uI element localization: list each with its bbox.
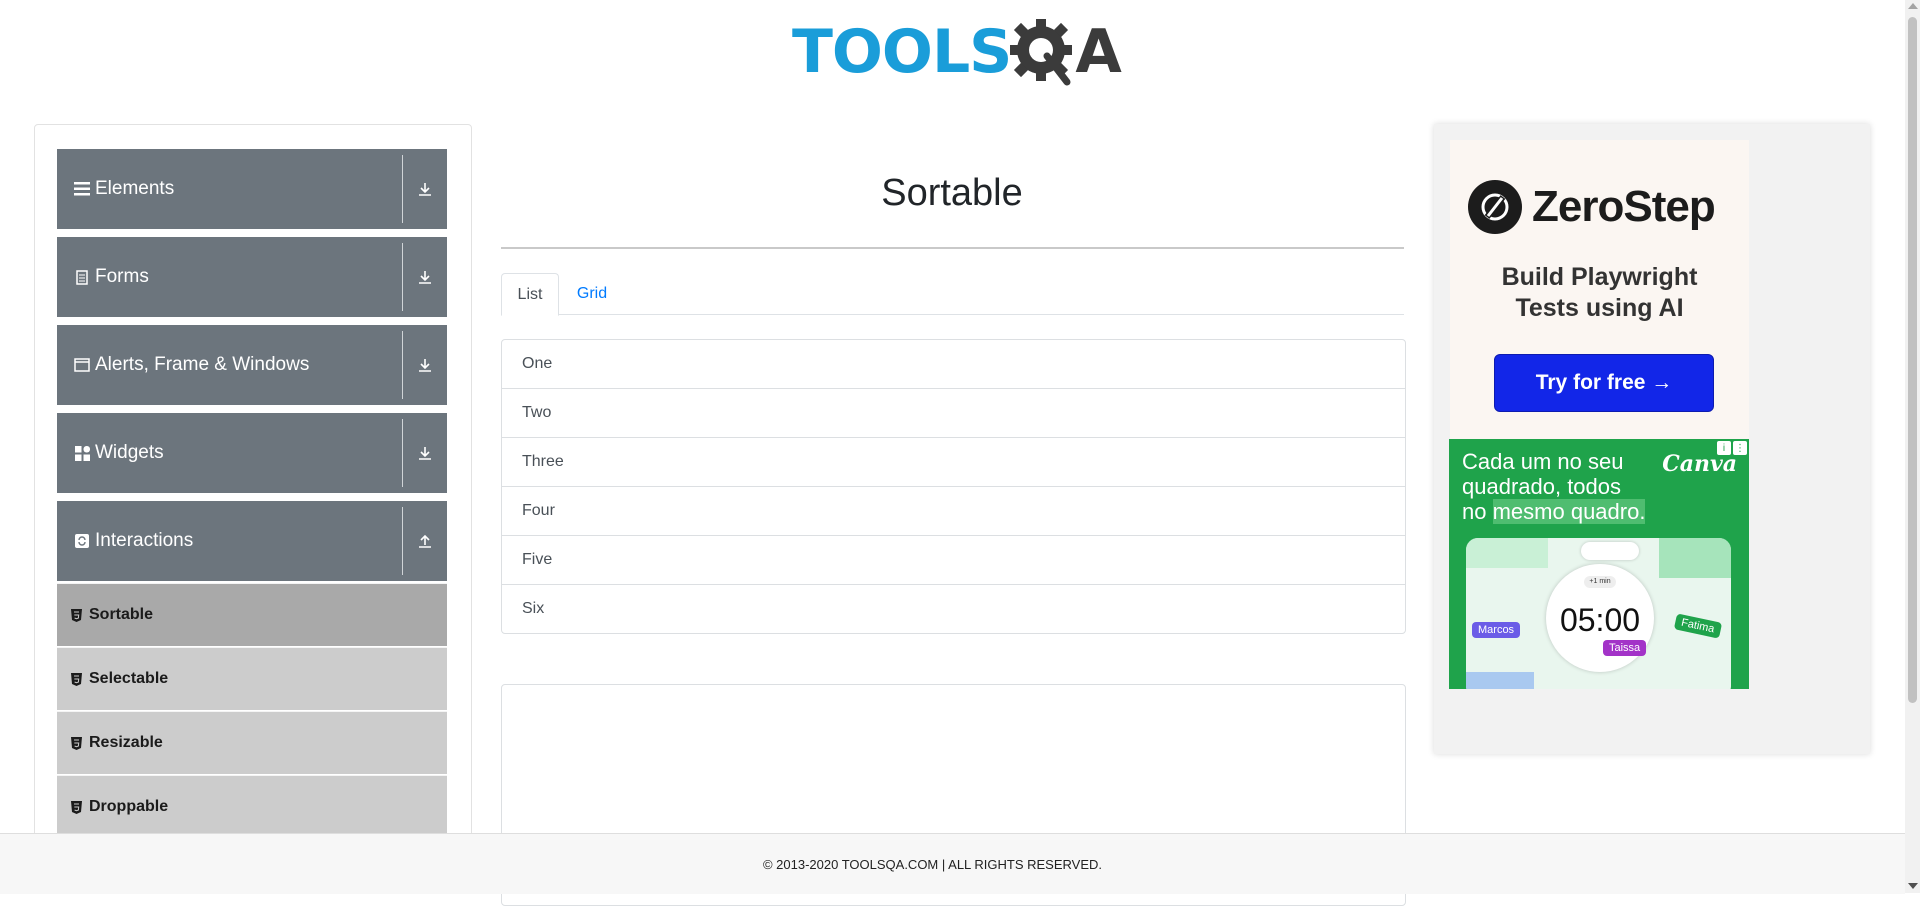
headline-text: no (1462, 499, 1493, 524)
user-tag: Taissa (1603, 640, 1647, 656)
tab-grid[interactable]: Grid (563, 273, 621, 314)
headline-line: no mesmo quadro. (1462, 499, 1682, 524)
zerostep-ad[interactable]: ZeroStep Build Playwright Tests using AI… (1450, 140, 1749, 440)
canva-headline: Cada um no seu quadrado, todos no mesmo … (1462, 449, 1682, 524)
try-for-free-button[interactable]: Try for free → (1494, 354, 1714, 412)
upload-icon[interactable] (411, 527, 439, 555)
sidebar-item-label: Selectable (89, 670, 169, 687)
sidebar-item-label: Resizable (89, 734, 163, 751)
logo-text-a: A (1075, 17, 1121, 87)
sidebar-group-label: Alerts, Frame & Windows (95, 354, 310, 375)
title-divider (501, 247, 1404, 249)
sidebar-item-label: Sortable (89, 606, 154, 623)
user-tag: Marcos (1472, 622, 1521, 638)
ad-panel: ZeroStep Build Playwright Tests using AI… (1434, 124, 1870, 754)
sidebar-group-widgets[interactable]: Widgets (57, 413, 447, 493)
tab-bar: List Grid (501, 273, 1404, 316)
left-panel: Elements Forms Alerts, Frame & Windows W… (34, 124, 472, 846)
page-title: Sortable (881, 172, 1023, 214)
download-icon[interactable] (411, 351, 439, 379)
list-item[interactable]: Five (502, 535, 1405, 584)
tab-list[interactable]: List (501, 273, 559, 316)
footer-copyright: © 2013-2020 TOOLSQA.COM | ALL RIGHTS RES… (762, 856, 1103, 872)
hamburger-icon (73, 180, 91, 198)
widgets-icon (73, 444, 91, 462)
list-item[interactable]: Two (502, 388, 1405, 437)
html5-icon (71, 800, 83, 814)
tagline-line: Build Playwright (1501, 263, 1698, 291)
canva-logo: Canva (1662, 451, 1737, 477)
toolsqa-logo[interactable]: TOOLS A (792, 14, 1122, 90)
divider (402, 243, 403, 311)
scroll-down-icon[interactable] (1908, 883, 1918, 889)
sidebar-group-alerts[interactable]: Alerts, Frame & Windows (57, 325, 447, 405)
page-scrollbar[interactable] (1905, 0, 1920, 893)
sidebar-item-selectable[interactable]: Selectable (57, 647, 447, 710)
download-icon[interactable] (411, 439, 439, 467)
zerostep-mark-icon (1468, 180, 1522, 234)
timer-controls (1581, 542, 1639, 560)
sidebar-group-elements[interactable]: Elements (57, 149, 447, 229)
decor-block (1466, 538, 1548, 568)
sidebar-item-droppable[interactable]: Droppable (57, 775, 447, 838)
divider (402, 419, 403, 487)
footer: © 2013-2020 TOOLSQA.COM | ALL RIGHTS RES… (0, 833, 1905, 894)
html5-icon (71, 736, 83, 750)
list-item[interactable]: Three (502, 437, 1405, 486)
canva-ad[interactable]: i ⋮ Cada um no seu quadrado, todos no me… (1449, 439, 1749, 689)
divider (402, 155, 403, 223)
sidebar-item-label: Droppable (89, 798, 169, 815)
timer-value: 05:00 (1559, 602, 1641, 638)
list-item[interactable]: One (502, 340, 1405, 388)
headline-line: Cada um no seu (1462, 449, 1624, 474)
window-icon (73, 356, 91, 374)
sidebar-group-label: Elements (95, 178, 175, 199)
gear-q-icon (1010, 19, 1073, 86)
download-icon[interactable] (411, 175, 439, 203)
canva-timer-illustration: +1 min 05:00 Marcos Fatima Taissa (1466, 538, 1731, 689)
html5-icon (71, 608, 83, 622)
zerostep-tagline: Build Playwright Tests using AI (1450, 262, 1749, 324)
sidebar-group-interactions[interactable]: Interactions (57, 501, 447, 581)
sortable-list: One Two Three Four Five Six (501, 339, 1406, 634)
refresh-icon (73, 532, 91, 550)
zerostep-logo: ZeroStep (1468, 180, 1716, 234)
document-icon (73, 268, 91, 286)
list-item[interactable]: Four (502, 486, 1405, 535)
sidebar-group-label: Forms (95, 266, 149, 287)
sidebar-group-label: Interactions (95, 530, 194, 551)
sidebar-group-forms[interactable]: Forms (57, 237, 447, 317)
tagline-line: Tests using AI (1515, 294, 1684, 322)
zerostep-name: ZeroStep (1532, 182, 1716, 231)
user-tag: Fatima (1674, 613, 1723, 639)
scrollbar-thumb[interactable] (1908, 17, 1917, 703)
sidebar-item-resizable[interactable]: Resizable (57, 711, 447, 774)
headline-highlight: mesmo quadro. (1492, 499, 1646, 524)
html5-icon (71, 672, 83, 686)
download-icon[interactable] (411, 263, 439, 291)
decor-block (1466, 672, 1534, 689)
headline-line: quadrado, todos (1462, 474, 1622, 499)
timer-add-minute: +1 min (1584, 576, 1616, 588)
divider (402, 331, 403, 399)
logo-text-tools: TOOLS (792, 17, 1012, 87)
sidebar-item-sortable[interactable]: Sortable (57, 583, 447, 646)
divider (402, 507, 403, 575)
decor-block (1659, 538, 1731, 578)
list-item[interactable]: Six (502, 584, 1405, 633)
scroll-up-icon[interactable] (1908, 3, 1918, 9)
sidebar-group-label: Widgets (95, 442, 164, 463)
